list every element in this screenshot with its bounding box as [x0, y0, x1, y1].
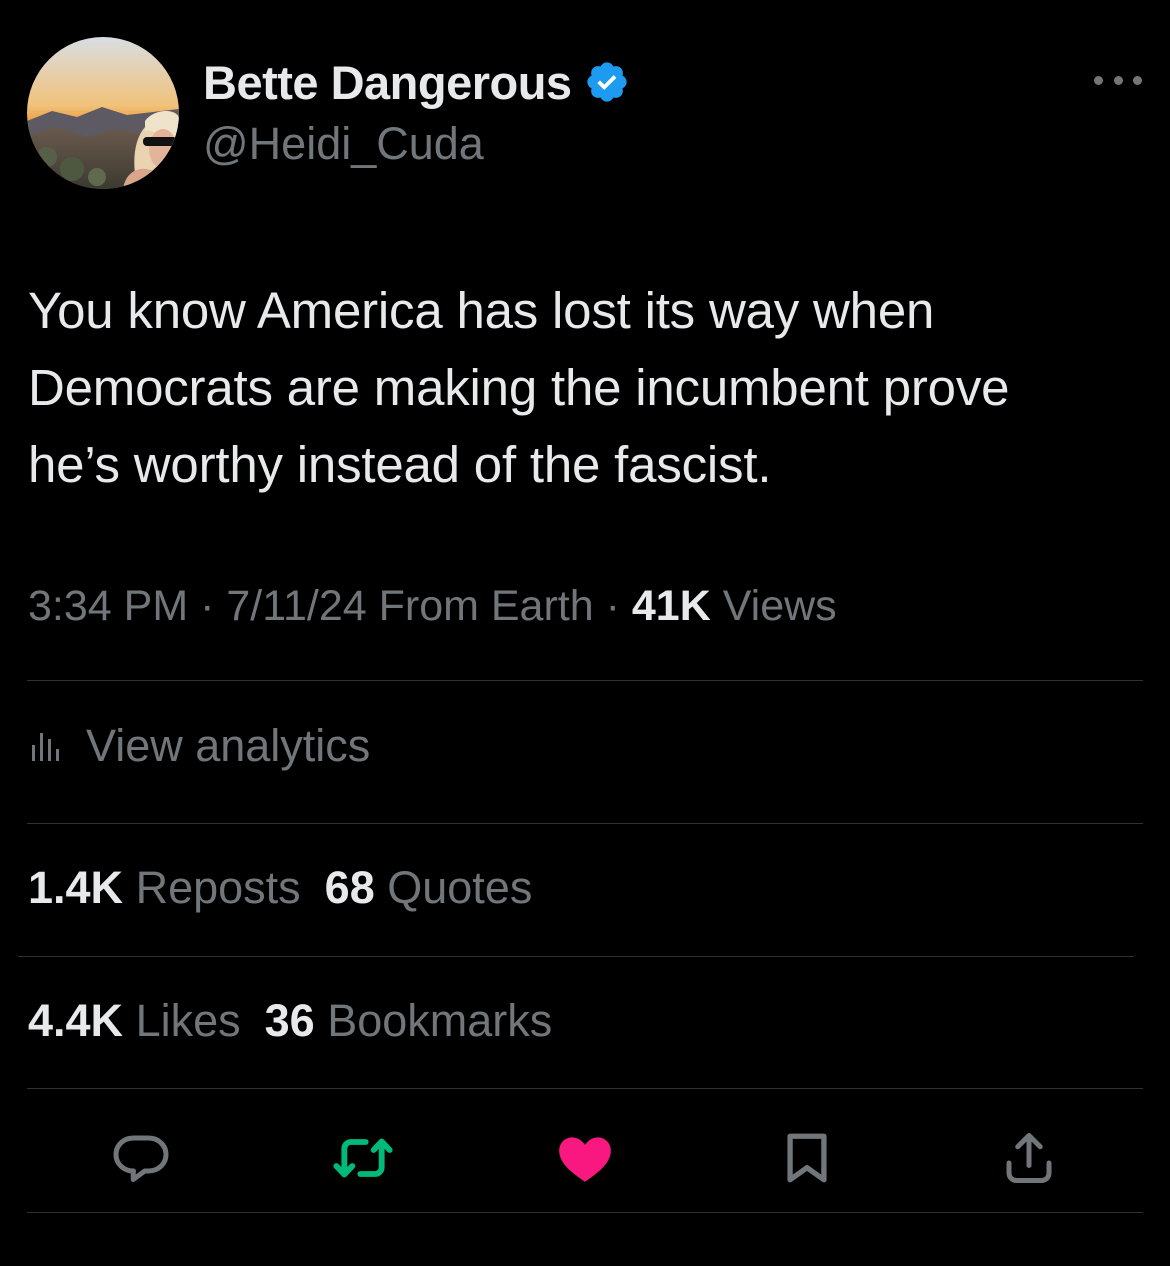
heart-icon — [559, 1137, 611, 1182]
likes-label: Likes — [135, 995, 241, 1046]
tweet-date[interactable]: 7/11/24 — [226, 582, 366, 630]
tweet-meta: 3:34 PM · 7/11/24 From Earth · 41K Views — [28, 582, 837, 631]
quotes-label: Quotes — [387, 862, 533, 913]
views-label: Views — [722, 582, 837, 630]
tweet-time[interactable]: 3:34 PM — [28, 582, 188, 630]
divider — [18, 956, 1134, 957]
likes-count: 4.4K — [28, 995, 124, 1046]
display-name-text[interactable]: Bette Dangerous — [203, 55, 572, 110]
repost-quote-stats: 1.4K Reposts 68 Quotes — [28, 862, 532, 914]
verified-badge-icon[interactable] — [584, 59, 630, 105]
like-button[interactable] — [547, 1120, 623, 1196]
view-analytics-label: View analytics — [86, 720, 371, 771]
like-bookmark-stats: 4.4K Likes 36 Bookmarks — [28, 995, 552, 1047]
more-dot — [1094, 75, 1103, 85]
author-handle[interactable]: @Heidi_Cuda — [203, 118, 484, 170]
meta-separator: · — [200, 582, 215, 630]
bookmarks-count: 36 — [264, 995, 315, 1046]
reposts-count: 1.4K — [28, 862, 124, 913]
bookmarks-label: Bookmarks — [327, 995, 553, 1046]
divider — [27, 823, 1143, 824]
repost-icon — [333, 1138, 393, 1178]
reposts-label: Reposts — [135, 862, 301, 913]
action-bar — [0, 1120, 1170, 1196]
likes-link[interactable]: 4.4K Likes — [28, 995, 241, 1046]
more-options-icon[interactable] — [1090, 62, 1146, 98]
views-count: 41K — [631, 582, 711, 630]
bar-chart-icon — [30, 720, 64, 772]
tweet-text-line: he’s worthy instead of the fascist. — [28, 436, 772, 493]
reposts-link[interactable]: 1.4K Reposts — [28, 862, 301, 913]
tweet-text-line: You know America has lost its way when — [28, 282, 935, 339]
share-icon — [1006, 1133, 1052, 1183]
avatar-image — [27, 37, 179, 189]
tweet-text: You know America has lost its way when D… — [28, 272, 1153, 503]
view-analytics-button[interactable]: View analytics — [30, 716, 370, 776]
more-dot — [1133, 75, 1142, 85]
bookmark-button[interactable] — [769, 1120, 845, 1196]
quotes-link[interactable]: 68 Quotes — [325, 862, 533, 913]
divider — [27, 1212, 1143, 1213]
divider — [27, 1088, 1143, 1089]
tweet-text-line: Democrats are making the incumbent prove — [28, 359, 1010, 416]
bookmarks-link[interactable]: 36 Bookmarks — [265, 995, 553, 1046]
more-dot — [1113, 75, 1123, 85]
share-button[interactable] — [991, 1120, 1067, 1196]
reply-button[interactable] — [103, 1120, 179, 1196]
repost-button[interactable] — [325, 1120, 401, 1196]
tweet-source: From Earth — [378, 582, 594, 630]
avatar[interactable] — [27, 37, 179, 189]
bookmark-icon — [787, 1133, 827, 1183]
meta-separator: · — [605, 582, 620, 630]
quotes-count: 68 — [324, 862, 375, 913]
divider — [27, 680, 1143, 681]
author-display-name[interactable]: Bette Dangerous — [203, 52, 630, 112]
reply-icon — [113, 1135, 169, 1182]
